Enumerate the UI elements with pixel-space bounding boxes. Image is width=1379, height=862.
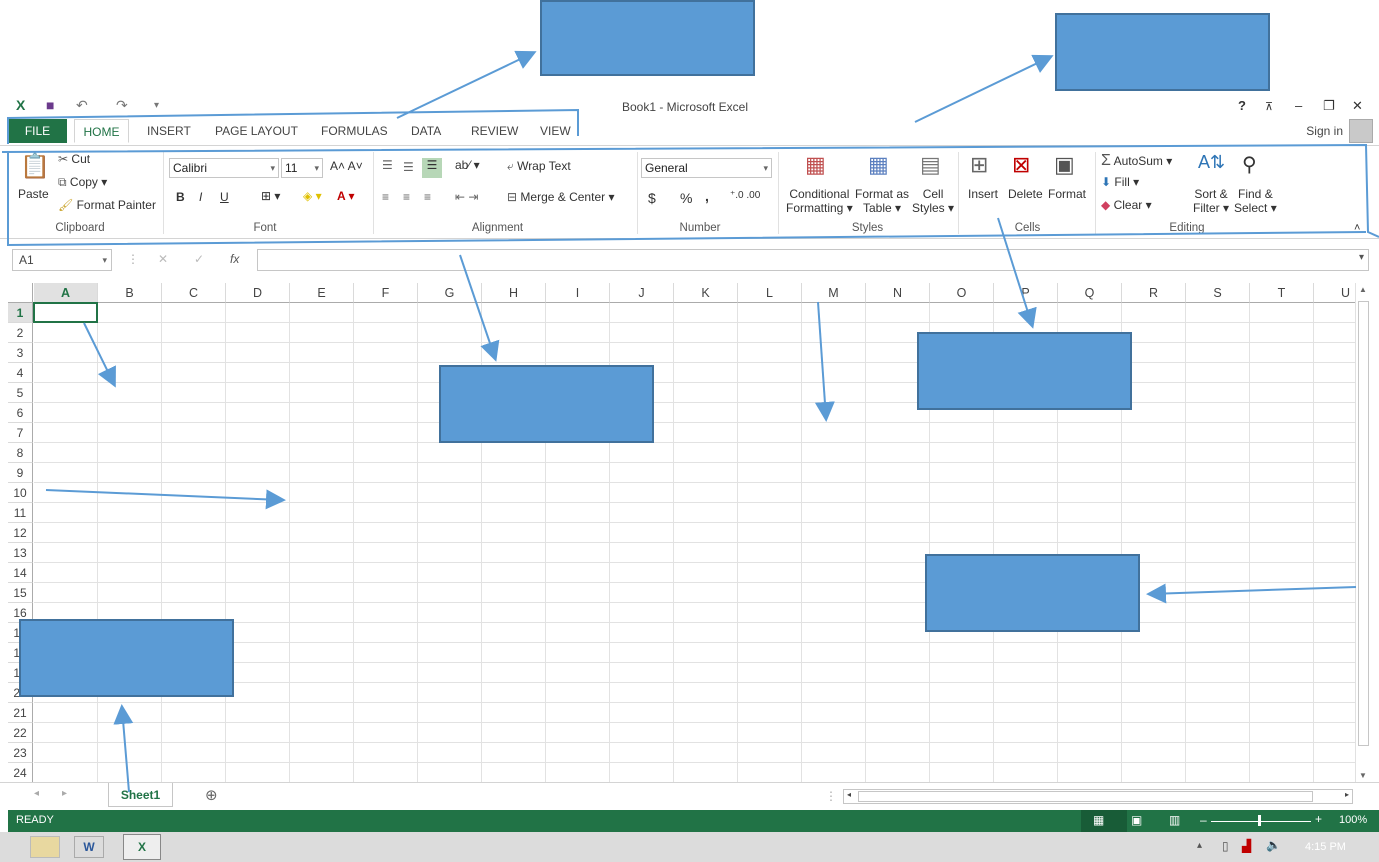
arrow-tabs [396,50,537,119]
arrow-formula [459,254,500,362]
arrow-cell [83,322,116,388]
excel-window: X ■ ↶ ↷ ▾ Book1 - Microsoft Excel ? ⊼ – … [0,0,1379,862]
bracket-tabs [7,108,579,144]
arrow-columns [814,301,835,422]
arrow-cells [997,217,1037,329]
bracket-ribbon [1,143,1379,247]
arrow-sheet-tab [113,704,134,793]
arrow-rows [45,489,286,510]
arrow-title [914,54,1054,123]
arrow-scrollbar [1146,583,1357,604]
callout-arrows [1,50,1379,793]
